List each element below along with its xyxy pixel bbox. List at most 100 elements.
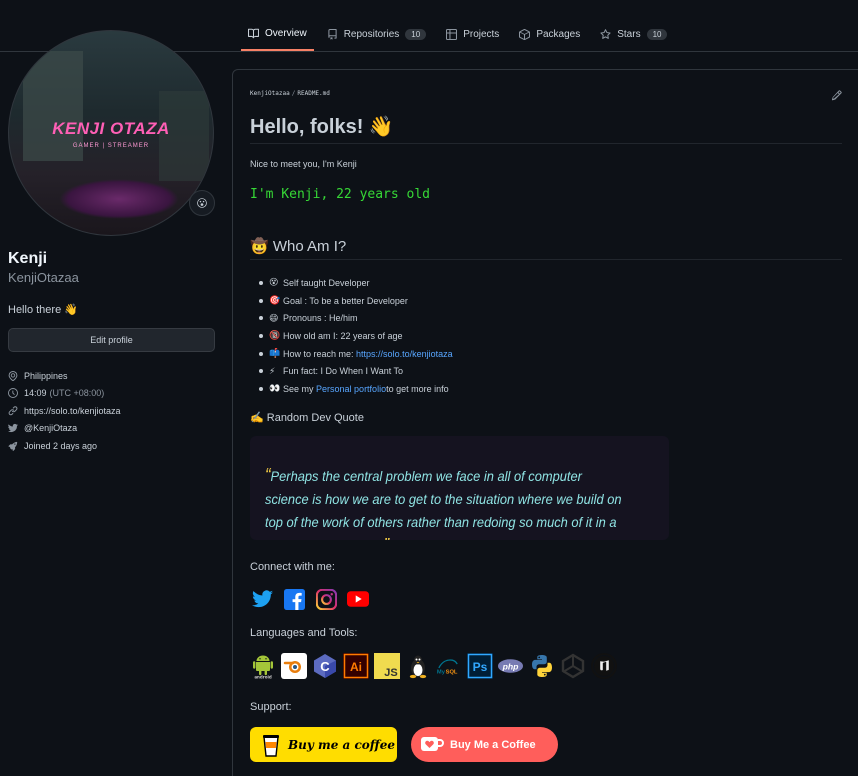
avatar-title: KENJI OTAZA	[52, 119, 170, 138]
profile-sidebar: KENJI OTAZA GAMER | STREAMER 😮 Kenji Ken…	[8, 30, 216, 455]
svg-text:C: C	[320, 659, 330, 674]
readme-path-user[interactable]: KenjiOtazaa	[250, 90, 290, 97]
location-icon	[8, 370, 18, 381]
android-icon[interactable]: android	[249, 652, 276, 679]
emoji-icon: 😄	[269, 312, 279, 323]
quote-text-wrap: “Perhaps the central problem we face in …	[265, 464, 624, 540]
unity-icon[interactable]	[559, 652, 586, 679]
buy-me-a-coffee-label: Buy me a coffee	[288, 737, 395, 752]
tab-repositories[interactable]: Repositories 10	[320, 18, 434, 51]
list-item: 🔞 How old am I: 22 years of age	[259, 327, 453, 345]
emoji-icon: 📫	[269, 348, 281, 359]
youtube-icon[interactable]	[347, 588, 369, 610]
twitter-handle[interactable]: @KenjiOtaza	[24, 423, 77, 433]
link-icon	[8, 405, 18, 415]
bullet	[259, 351, 263, 356]
list-item: 😄 Pronouns : He/him	[259, 309, 453, 327]
bullet	[259, 316, 263, 321]
svg-text:Ps: Ps	[472, 660, 487, 674]
ko-fi-label: Buy Me a Coffee	[450, 738, 536, 751]
portfolio-link[interactable]: Personal portfolio	[316, 384, 386, 394]
coffee-cup-icon	[263, 734, 279, 757]
avatar-subtitle: GAMER | STREAMER	[72, 143, 150, 149]
kofi-cup-icon	[421, 737, 444, 751]
emoji-icon: 👀	[269, 383, 281, 394]
readme-path: KenjiOtazaa / README.md	[250, 90, 330, 97]
profile-login: KenjiOtazaa	[8, 270, 79, 285]
quote-card: “Perhaps the central problem we face in …	[250, 436, 669, 540]
twitter-icon[interactable]	[251, 588, 273, 610]
instagram-icon[interactable]	[315, 588, 337, 610]
list-item-text-after: to get more info	[386, 383, 449, 394]
bullet	[259, 386, 263, 391]
joined-text: Joined 2 days ago	[24, 440, 98, 451]
list-item: 👀 See my Personal portfolio to get more i…	[259, 380, 453, 398]
twitter-item[interactable]: @KenjiOtaza	[8, 420, 216, 438]
edit-profile-button[interactable]: Edit profile	[8, 328, 215, 352]
list-item-text: How to reach me:	[283, 348, 354, 359]
package-icon	[519, 29, 531, 40]
bullet	[259, 369, 263, 374]
quote-close-mark: ”	[384, 535, 390, 540]
tab-packages[interactable]: Packages	[512, 18, 587, 51]
tab-stars-label: Stars	[617, 29, 641, 40]
list-item-text: How old am I: 22 years of age	[283, 330, 403, 341]
emoji-icon: ⚡	[269, 365, 276, 376]
illustrator-icon[interactable]: Ai	[342, 652, 369, 679]
profile-bio: Hello there 👋	[8, 304, 78, 316]
random-quote-heading: ✍️ Random Dev Quote	[250, 412, 364, 424]
tab-overview[interactable]: Overview	[241, 18, 314, 51]
stars-count: 10	[646, 29, 668, 40]
readme-path-file[interactable]: README.md	[297, 90, 330, 97]
contact-link[interactable]: https://solo.to/kenjiotaza	[356, 349, 453, 359]
bullet	[259, 280, 263, 285]
tools-list: android C Ai JS My SQL Ps php	[249, 652, 617, 679]
website-item[interactable]: https://solo.to/kenjiotaza	[8, 402, 216, 420]
readme-card: KenjiOtazaa / README.md Hello, folks! 👋 Ni…	[232, 69, 858, 776]
timezone: (UTC +08:00)	[49, 388, 105, 399]
php-icon[interactable]: php	[497, 652, 524, 679]
set-status-button[interactable]: 😮	[189, 190, 215, 216]
javascript-icon[interactable]: JS	[373, 652, 400, 679]
support-heading: Support:	[250, 701, 292, 713]
tab-stars[interactable]: Stars 10	[593, 18, 674, 51]
svg-text:My: My	[437, 669, 446, 675]
python-icon[interactable]	[528, 652, 555, 679]
svg-text:JS: JS	[384, 667, 397, 679]
list-item: 😵 Self taught Developer	[259, 274, 453, 292]
tab-repositories-label: Repositories	[343, 29, 400, 40]
linux-icon[interactable]	[404, 652, 431, 679]
readme-heading: Hello, folks! 👋	[250, 116, 394, 138]
time-item: 14:09 (UTC +08:00)	[8, 385, 216, 403]
mysql-icon[interactable]: My SQL	[435, 652, 462, 679]
svg-text:SQL: SQL	[446, 669, 458, 675]
profile-details: Philippines 14:09 (UTC +08:00) https://s…	[8, 367, 216, 455]
avatar-car	[59, 179, 179, 219]
website-link[interactable]: https://solo.to/kenjiotaza	[24, 406, 121, 416]
bullet	[259, 298, 263, 303]
divider	[250, 259, 842, 260]
social-links	[251, 588, 369, 610]
unreal-icon[interactable]	[590, 652, 617, 679]
connect-heading: Connect with me:	[250, 561, 335, 573]
facebook-icon[interactable]	[283, 588, 305, 610]
clock-icon	[8, 388, 18, 399]
blender-icon[interactable]	[280, 652, 307, 679]
c-icon[interactable]: C	[311, 652, 338, 679]
readme-intro: Nice to meet you, I'm Kenji	[250, 159, 357, 169]
table-icon	[446, 29, 458, 40]
svg-text:Ai: Ai	[350, 660, 362, 674]
ko-fi-button[interactable]: Buy Me a Coffee	[411, 727, 558, 762]
who-am-i-list: 😵 Self taught Developer 🎯 Goal : To be a b…	[259, 274, 453, 398]
photoshop-icon[interactable]: Ps	[466, 652, 493, 679]
list-item-text: Self taught Developer	[283, 277, 370, 288]
divider	[250, 143, 842, 144]
tab-projects[interactable]: Projects	[439, 18, 506, 51]
tab-projects-label: Projects	[463, 29, 500, 40]
profile-tabs: Overview Repositories 10 Projects Packag…	[241, 18, 680, 51]
buy-me-a-coffee-button[interactable]: Buy me a coffee	[250, 727, 397, 762]
pencil-icon[interactable]	[831, 90, 842, 101]
emoji-icon: 😵	[269, 277, 279, 288]
avatar[interactable]: KENJI OTAZA GAMER | STREAMER	[8, 30, 214, 236]
list-item: ⚡ Fun fact: I Do When I Want To	[259, 362, 453, 380]
